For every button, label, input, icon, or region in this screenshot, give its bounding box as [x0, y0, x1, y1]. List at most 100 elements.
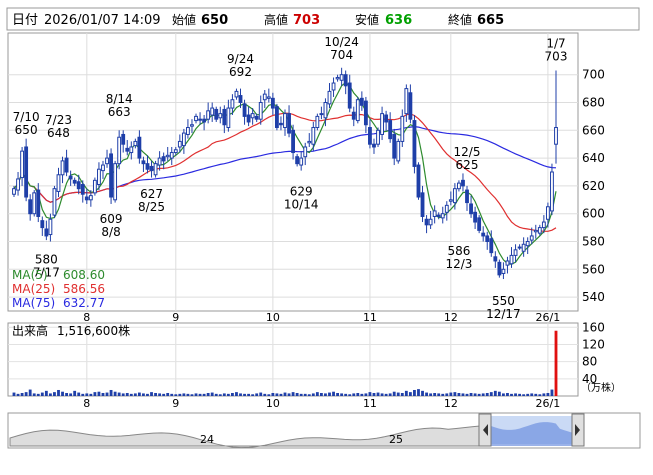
candle-body [400, 115, 405, 142]
candle-body [303, 146, 308, 158]
candle-body [28, 199, 33, 215]
header-high-value: 703 [293, 13, 320, 28]
candle-body [177, 140, 182, 148]
navigator-left-handle[interactable] [478, 413, 492, 447]
candle-body [541, 221, 546, 229]
header-open-label: 始値 [172, 12, 196, 27]
candle-body [291, 129, 296, 154]
volume-bar [441, 393, 445, 396]
volume-bar [550, 389, 554, 396]
volume-bar [328, 392, 331, 396]
volume-bar [105, 392, 109, 396]
volume-bar [376, 392, 380, 396]
volume-bar [93, 392, 97, 396]
volume-bar [166, 392, 170, 396]
volume-bar [222, 393, 226, 396]
annotation-value: 627 [140, 187, 163, 201]
month-label: 9 [172, 311, 179, 324]
volume-bar [506, 392, 509, 396]
volume-bar [514, 393, 517, 396]
candle-body [380, 113, 384, 135]
candle-body [76, 181, 81, 190]
volume-bar [53, 392, 56, 396]
volume-bar [477, 393, 481, 396]
candle-body [157, 157, 162, 166]
volume-bar [518, 393, 522, 396]
annotation-date: 8/14 [106, 92, 133, 106]
volume-bar [20, 392, 24, 396]
candle-body [452, 188, 457, 204]
candle [315, 113, 320, 131]
candle-body [238, 95, 243, 104]
annotation-date: 10/24 [324, 35, 359, 49]
volume-bar [142, 393, 145, 396]
candle-body [20, 150, 25, 179]
volume-bar [554, 330, 558, 396]
volume-bar [16, 393, 20, 396]
volume-bar [546, 392, 550, 396]
candle-body [226, 107, 231, 129]
candle [416, 162, 421, 200]
volume-bar [473, 393, 477, 396]
candle-body [222, 108, 227, 126]
volume-bar [214, 393, 218, 396]
volume-bar [89, 393, 93, 396]
volume-bar [243, 393, 246, 396]
candle-body [307, 140, 312, 144]
candle-body [473, 211, 478, 223]
candle-body [246, 114, 251, 123]
candle [477, 215, 482, 234]
volume-bar [85, 393, 89, 396]
volume-bar [510, 393, 513, 396]
volume-bar [372, 392, 376, 396]
navigator-right-handle[interactable] [571, 413, 585, 447]
volume-bar [538, 394, 542, 396]
candle-body [351, 111, 356, 120]
candle-body [521, 243, 526, 252]
annotation-value: 625 [456, 158, 479, 172]
candle-body [550, 171, 554, 212]
candle-body [40, 220, 45, 229]
volume-bar [226, 393, 230, 396]
volume-bar [57, 389, 60, 396]
volume-bar [485, 392, 489, 396]
candle-body [109, 153, 113, 198]
candle-body [408, 92, 413, 120]
candle [92, 177, 97, 196]
volume-bar [502, 393, 505, 396]
volume-bar [146, 393, 149, 396]
candle-body [242, 103, 247, 117]
candle-body [113, 163, 118, 201]
volume-tick-label: 80 [582, 355, 597, 369]
candle-body [44, 228, 49, 237]
volume-bar [360, 393, 364, 396]
candle-body [376, 129, 380, 145]
candle-body [169, 152, 174, 159]
volume-bar [97, 391, 101, 396]
candle-body [537, 227, 542, 234]
candle-body [234, 90, 239, 98]
volume-bar [368, 392, 372, 396]
volume-bar [154, 392, 157, 396]
candle-body [84, 196, 89, 201]
price-tick-label: 580 [582, 235, 605, 249]
volume-bar [449, 392, 453, 396]
candle [109, 148, 113, 204]
annotation-date: 12/17 [486, 307, 521, 321]
candle-body [517, 246, 522, 249]
volume-bar [396, 392, 400, 396]
chart-svg: 日付 2026/01/07 14:09 始値 650 高値 703 安値 636… [6, 7, 641, 449]
volume-bar [69, 393, 73, 396]
volume-bar [247, 393, 251, 396]
candle-body [319, 113, 324, 116]
candle-body [250, 113, 255, 119]
annotation-date: 9/24 [227, 52, 254, 66]
header-date-label: 日付 [12, 13, 38, 28]
volume-bar [522, 394, 526, 396]
candle-body [287, 113, 291, 134]
volume-unit: （万株） [581, 381, 621, 394]
volume-bar [413, 389, 416, 396]
volume-bar [489, 392, 493, 396]
volume-bar [174, 394, 178, 396]
volume-bar [380, 393, 384, 396]
